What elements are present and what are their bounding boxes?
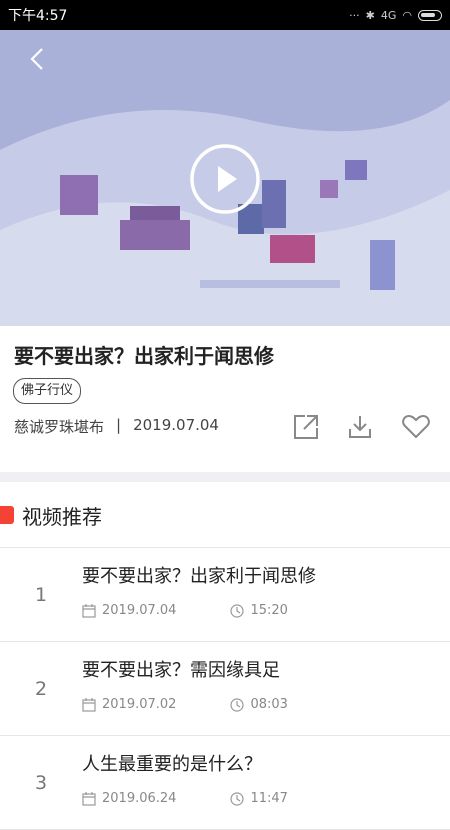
meta-separator: |: [116, 416, 122, 434]
section-divider: [0, 472, 450, 482]
item-duration: 15:20: [250, 603, 288, 618]
item-title: 要不要出家？需因缘具足: [82, 660, 280, 681]
item-meta: 2019.06.24 11:47: [82, 791, 288, 806]
item-meta: 2019.07.04 15:20: [82, 603, 288, 618]
dots-icon: ···: [349, 8, 360, 22]
calendar-icon: [82, 603, 96, 618]
wifi-icon: ◠: [402, 8, 412, 22]
heart-icon: [402, 414, 430, 439]
video-title: 要不要出家？出家利于闻思修: [14, 344, 274, 368]
share-icon: [294, 415, 318, 439]
favorite-button[interactable]: [401, 412, 431, 442]
item-index: 3: [34, 772, 48, 794]
bluetooth-icon: ✱: [365, 8, 375, 22]
recommend-list: 1 要不要出家？出家利于闻思修 2019.07.04 15:20 2 要不要出家…: [0, 548, 450, 830]
play-button[interactable]: [189, 143, 261, 215]
list-item[interactable]: 2 要不要出家？需因缘具足 2019.07.02 08:03: [0, 642, 450, 736]
publish-date: 2019.07.04: [133, 416, 219, 434]
list-item[interactable]: 3 人生最重要的是什么？ 2019.06.24 11:47: [0, 736, 450, 830]
video-player[interactable]: [0, 30, 450, 326]
item-index: 2: [34, 678, 48, 700]
download-button[interactable]: [345, 412, 375, 442]
author-name: 慈诚罗珠堪布: [14, 418, 105, 436]
share-button[interactable]: [291, 412, 321, 442]
back-button[interactable]: [22, 44, 52, 74]
item-title: 人生最重要的是什么？: [82, 754, 262, 775]
battery-icon: [418, 9, 442, 21]
chevron-left-icon: [30, 48, 43, 70]
recommend-header: 视频推荐: [0, 498, 450, 532]
list-item[interactable]: 1 要不要出家？出家利于闻思修 2019.07.04 15:20: [0, 548, 450, 642]
download-icon: [349, 416, 371, 438]
video-detail: 要不要出家？出家利于闻思修 佛子行仪 慈诚罗珠堪布 | 2019.07.04: [0, 326, 450, 472]
status-icons: ··· ✱ 4G ◠: [349, 9, 442, 22]
item-meta: 2019.07.02 08:03: [82, 697, 288, 712]
clock-icon: [230, 791, 245, 806]
calendar-icon: [82, 697, 96, 712]
section-accent-bar: [0, 506, 14, 524]
item-date: 2019.07.02: [102, 697, 177, 712]
item-title: 要不要出家？出家利于闻思修: [82, 566, 316, 587]
section-title: 视频推荐: [22, 504, 102, 529]
status-bar: 下午4:57 ··· ✱ 4G ◠: [0, 0, 450, 30]
network-label: 4G: [380, 8, 397, 22]
status-time: 下午4:57: [8, 8, 68, 24]
item-date: 2019.07.04: [102, 603, 177, 618]
item-date: 2019.06.24: [102, 791, 177, 806]
clock-icon: [230, 697, 245, 712]
category-tag[interactable]: 佛子行仪: [13, 378, 82, 404]
item-index: 1: [34, 584, 48, 606]
item-duration: 08:03: [250, 697, 288, 712]
play-icon: [190, 144, 260, 214]
clock-icon: [230, 603, 245, 618]
item-duration: 11:47: [250, 791, 288, 806]
video-meta: 慈诚罗珠堪布 | 2019.07.04: [14, 416, 219, 437]
calendar-icon: [82, 791, 96, 806]
